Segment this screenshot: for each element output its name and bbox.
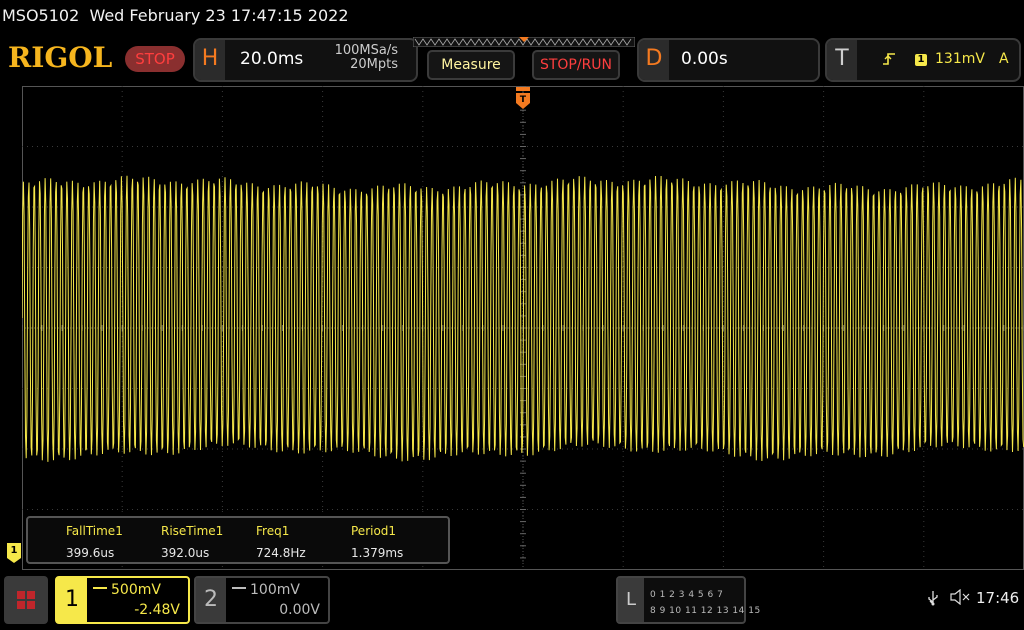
ch2-scale: 100mV <box>250 582 300 598</box>
ch2-number: 2 <box>196 578 226 622</box>
measurement-period: Period1 1.379ms <box>351 524 404 560</box>
channel-1-button[interactable]: 1 500mV -2.48V <box>55 576 190 624</box>
ch2-offset: 0.00V <box>279 602 320 618</box>
measure-button[interactable]: Measure <box>427 50 515 80</box>
logic-analyzer-button[interactable]: L 0 1 2 3 4 5 6 7 8 9 10 11 12 13 14 15 <box>616 576 760 624</box>
sample-info: 100MSa/s 20Mpts <box>335 44 398 72</box>
svg-text:T: T <box>520 95 527 105</box>
model-datetime: MSO5102 Wed February 23 17:47:15 2022 <box>2 6 349 25</box>
la-channels-row2: 8 9 10 11 12 13 14 15 <box>650 606 761 616</box>
trigger-source: 1 <box>915 54 927 66</box>
title-bar: MSO5102 Wed February 23 17:47:15 2022 <box>0 0 1024 34</box>
ch1-scale: 500mV <box>111 582 161 598</box>
usb-icon <box>926 590 940 610</box>
ch1-offset: -2.48V <box>134 602 180 618</box>
rigol-logo: RIGOL <box>8 41 113 74</box>
grid-menu-icon <box>17 591 35 609</box>
delay-panel[interactable]: D 0.00s <box>637 38 820 82</box>
measurement-falltime: FallTime1 399.6us <box>66 524 123 560</box>
trigger-mode: A <box>999 51 1009 67</box>
ch1-number: 1 <box>57 578 87 622</box>
datetime: Wed February 23 17:47:15 2022 <box>89 6 349 25</box>
bottom-bar: 1 500mV -2.48V 2 100mV 0.00V L 0 1 2 3 4… <box>0 572 1024 630</box>
model-name: MSO5102 <box>2 6 80 25</box>
delay-value: 0.00s <box>681 49 728 69</box>
la-channels-row1: 0 1 2 3 4 5 6 7 <box>650 590 724 600</box>
timebase-value: 20.0ms <box>240 49 304 69</box>
delay-letter: D <box>639 40 669 80</box>
sample-rate: 100MSa/s <box>334 43 398 58</box>
main-menu-button[interactable] <box>4 576 48 624</box>
la-letter: L <box>618 578 644 622</box>
rising-edge-icon <box>882 52 896 70</box>
speaker-muted-icon[interactable] <box>950 588 970 609</box>
waveform-display[interactable] <box>22 86 1024 570</box>
ch1-ground-marker[interactable]: 1 <box>7 543 21 563</box>
memory-position-bar <box>413 37 635 47</box>
dc-coupling-icon <box>232 587 246 593</box>
trigger-level: 131mV <box>935 51 985 67</box>
horizontal-panel[interactable]: H 20.0ms 100MSa/s 20Mpts <box>193 38 418 82</box>
measurement-results-panel[interactable]: FallTime1 399.6us RiseTime1 392.0us Freq… <box>26 516 450 564</box>
horizontal-letter: H <box>195 40 225 80</box>
memory-depth: 20Mpts <box>350 57 398 72</box>
system-clock: 17:46 <box>976 589 1020 607</box>
run-state-indicator[interactable]: STOP <box>125 46 185 72</box>
dc-coupling-icon <box>93 587 107 593</box>
measurement-freq: Freq1 724.8Hz <box>256 524 306 560</box>
trigger-letter: T <box>827 40 857 80</box>
trigger-panel[interactable]: T 1 131mV A <box>825 38 1021 82</box>
measurement-risetime: RiseTime1 392.0us <box>161 524 224 560</box>
stop-run-button[interactable]: STOP/RUN <box>532 50 620 80</box>
trigger-position-marker[interactable]: T <box>516 87 530 111</box>
channel-2-button[interactable]: 2 100mV 0.00V <box>194 576 330 624</box>
